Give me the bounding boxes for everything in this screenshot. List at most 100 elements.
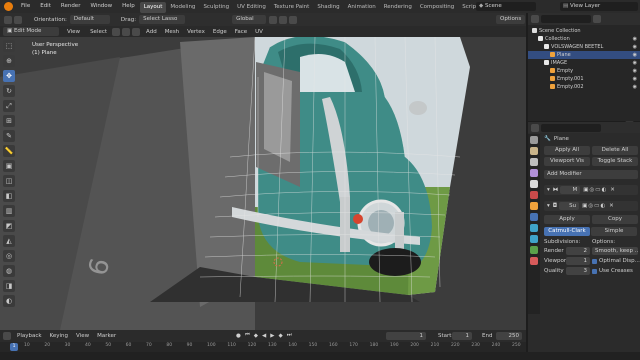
- material-tab-icon[interactable]: [530, 257, 538, 265]
- 3d-viewport[interactable]: 6: [0, 37, 526, 330]
- spin-tool-icon[interactable]: ◎: [3, 250, 15, 262]
- frame-indicator[interactable]: 1: [10, 343, 18, 351]
- menu-timeline-view[interactable]: View: [72, 333, 93, 339]
- scene-selector[interactable]: ◆ Scene: [476, 2, 536, 11]
- next-key-icon[interactable]: ◆: [278, 333, 282, 339]
- visibility-eye-icon[interactable]: ◉: [633, 51, 637, 59]
- outliner-row-beetle[interactable]: VOLSWAGEN BEETEL ◉: [528, 43, 640, 51]
- transform-tool-icon[interactable]: [4, 15, 12, 24]
- inset-tool-icon[interactable]: ◫: [3, 175, 15, 187]
- tab-shading[interactable]: Shading: [313, 2, 343, 13]
- toggle-stack-button[interactable]: Toggle Stack: [592, 157, 638, 166]
- menu-face[interactable]: Face: [231, 29, 251, 35]
- loop-cut-tool-icon[interactable]: ▥: [3, 205, 15, 217]
- expand-chevron-icon[interactable]: ▾: [547, 203, 550, 209]
- modifier2-name-field[interactable]: Su: [559, 202, 580, 210]
- apply-button[interactable]: Apply: [544, 215, 590, 224]
- play-reverse-icon[interactable]: ◀: [262, 333, 266, 339]
- apply-all-button[interactable]: Apply All: [544, 146, 590, 155]
- select-box-icon[interactable]: ⬚: [3, 40, 15, 52]
- transform-orientation-dropdown[interactable]: Global: [232, 15, 267, 24]
- copy-button[interactable]: Copy: [592, 215, 638, 224]
- pivot-icon[interactable]: [14, 15, 22, 24]
- catmull-clark-tab[interactable]: Catmull-Clark: [544, 227, 590, 236]
- outliner-row-empty[interactable]: Empty ◉: [528, 67, 640, 75]
- modifier-toggle-icons[interactable]: ▣◎▭◐: [583, 187, 607, 193]
- menu-view[interactable]: View: [62, 29, 85, 35]
- close-icon[interactable]: ✕: [610, 187, 615, 193]
- timeline-editor-icon[interactable]: [3, 332, 11, 340]
- tab-animation[interactable]: Animation: [344, 2, 380, 13]
- options-dropdown[interactable]: Options: [496, 15, 526, 24]
- rotate-tool-icon[interactable]: ↻: [3, 85, 15, 97]
- play-icon[interactable]: ▶: [270, 333, 274, 339]
- outliner-search-input[interactable]: [541, 15, 591, 23]
- scale-tool-icon[interactable]: ⤢: [3, 100, 15, 112]
- properties-search-input[interactable]: [541, 123, 601, 132]
- menu-add[interactable]: Add: [142, 29, 161, 35]
- outliner-root[interactable]: Scene Collection: [528, 27, 640, 35]
- world-tab-icon[interactable]: [530, 191, 538, 199]
- orientation-dropdown[interactable]: Default: [69, 15, 110, 24]
- bevel-tool-icon[interactable]: ◧: [3, 190, 15, 202]
- menu-render[interactable]: Render: [56, 0, 86, 13]
- vertex-select-icon[interactable]: [112, 27, 121, 36]
- add-modifier-button[interactable]: Add Modifier: [544, 170, 638, 179]
- outliner-editor-icon[interactable]: [531, 15, 539, 23]
- menu-file[interactable]: File: [16, 0, 35, 13]
- tab-modeling[interactable]: Modeling: [166, 2, 199, 13]
- snap-icon[interactable]: [269, 15, 278, 24]
- tab-rendering[interactable]: Rendering: [380, 2, 416, 13]
- cursor-tool-icon[interactable]: ⊕: [3, 55, 15, 67]
- smooth-tool-icon[interactable]: ◍: [3, 265, 15, 277]
- end-frame-field[interactable]: 250: [496, 332, 522, 340]
- render-tab-icon[interactable]: [530, 147, 538, 155]
- visibility-eye-icon[interactable]: ◉: [633, 75, 637, 83]
- prev-key-icon[interactable]: ◆: [254, 333, 258, 339]
- optimal-display-checkbox[interactable]: [592, 258, 597, 264]
- use-creases-checkbox[interactable]: [592, 268, 597, 274]
- edge-select-icon[interactable]: [122, 27, 131, 36]
- view-layer-selector[interactable]: ▤ View Layer: [560, 2, 638, 11]
- menu-mesh[interactable]: Mesh: [161, 29, 183, 35]
- modifier-toggle-icons[interactable]: ▣◎▭◐: [582, 203, 606, 209]
- expand-chevron-icon[interactable]: ▾: [547, 187, 550, 193]
- particles-tab-icon[interactable]: [530, 224, 538, 232]
- record-icon[interactable]: ●: [236, 333, 241, 339]
- object-tab-icon[interactable]: [530, 202, 538, 210]
- timeline-ruler[interactable]: 1 10 20 30 40 50 60 70 80 90 100 110 120 130 140 150 16…: [0, 342, 526, 352]
- menu-vertex[interactable]: Vertex: [183, 29, 209, 35]
- jump-start-icon[interactable]: ⏮: [245, 332, 250, 339]
- tool-tab-icon[interactable]: [530, 136, 538, 144]
- menu-keying[interactable]: Keying: [46, 333, 72, 339]
- visibility-eye-icon[interactable]: ◉: [633, 43, 637, 51]
- modifier-tab-icon[interactable]: [530, 213, 538, 221]
- viewport-vis-button[interactable]: Viewport Vis: [544, 157, 590, 166]
- menu-select[interactable]: Select: [85, 29, 112, 35]
- menu-window[interactable]: Window: [85, 0, 117, 13]
- view-layer-tab-icon[interactable]: [530, 169, 538, 177]
- tab-compositing[interactable]: Compositing: [416, 2, 458, 13]
- modifier-mirror-header[interactable]: ▾ ⧓ M ▣◎▭◐ ✕: [544, 185, 638, 195]
- modifier-subsurf-header[interactable]: ▾ ◘ Su ▣◎▭◐ ✕: [544, 201, 638, 211]
- tab-texture-paint[interactable]: Texture Paint: [270, 2, 314, 13]
- viewport-levels-field[interactable]: 1: [566, 257, 590, 265]
- visibility-eye-icon[interactable]: ◉: [633, 83, 637, 91]
- filter-icon[interactable]: [593, 15, 601, 23]
- face-select-icon[interactable]: [132, 27, 141, 36]
- scene-tab-icon[interactable]: [530, 180, 538, 188]
- delete-all-button[interactable]: Delete All: [592, 146, 638, 155]
- close-icon[interactable]: ✕: [609, 203, 614, 209]
- outliner-row-plane[interactable]: Plane ◉: [528, 51, 640, 59]
- menu-playback[interactable]: Playback: [13, 333, 46, 339]
- menu-uv[interactable]: UV: [251, 29, 267, 35]
- edge-slide-tool-icon[interactable]: ◨: [3, 280, 15, 292]
- uv-smooth-dropdown[interactable]: Smooth, keep ...: [592, 247, 638, 255]
- menu-edge[interactable]: Edge: [209, 29, 231, 35]
- properties-editor-icon[interactable]: [531, 123, 539, 132]
- menu-marker[interactable]: Marker: [93, 333, 120, 339]
- jump-end-icon[interactable]: ⏭: [287, 332, 292, 339]
- measure-tool-icon[interactable]: 📏: [3, 145, 15, 157]
- current-frame-field[interactable]: 1: [386, 332, 426, 340]
- move-tool-icon[interactable]: ✥: [3, 70, 15, 82]
